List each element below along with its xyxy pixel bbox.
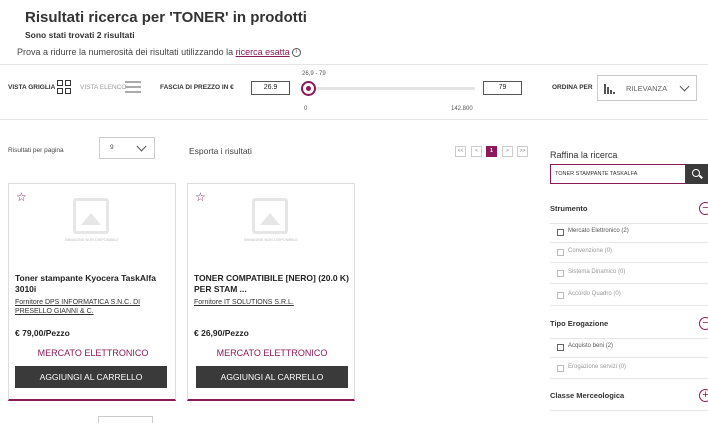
- view-list-label[interactable]: VISTA ELENCO: [80, 84, 126, 91]
- chevron-down-icon: [679, 81, 690, 92]
- list-view-icon[interactable]: [125, 81, 141, 93]
- product-channel: MERCATO ELETTRONICO: [37, 348, 149, 358]
- filter-label: Erogazione servizi (0): [568, 364, 627, 370]
- search-hint: Prova a ridurre la numerosità dei risult…: [17, 47, 301, 58]
- filter-label: Accordo Quadro (0): [568, 291, 621, 297]
- filter-option[interactable]: Acquisto beni (2): [550, 339, 708, 358]
- pager-next[interactable]: >: [502, 146, 513, 157]
- product-card[interactable]: ☆ IMMAGINE NON DISPONIBILE TONER COMPATI…: [187, 183, 355, 401]
- per-page-select-bottom[interactable]: [98, 416, 153, 423]
- checkbox[interactable]: [557, 292, 564, 299]
- expand-icon[interactable]: +: [699, 389, 708, 402]
- no-image-text: IMMAGINE NON DISPONIBILE: [244, 238, 298, 242]
- pager-prev[interactable]: <: [471, 146, 482, 157]
- results-count: Sono stati trovati 2 risultati: [25, 30, 135, 40]
- filter-option[interactable]: Accordo Quadro (0): [550, 287, 708, 306]
- no-image-placeholder: IMMAGINE NON DISPONIBILE: [238, 198, 304, 250]
- price-min-input[interactable]: 26.9: [251, 81, 290, 95]
- collapse-icon[interactable]: −: [699, 317, 708, 330]
- filter-label: Sistema Dinamico (0): [568, 269, 626, 275]
- page-title: Risultati ricerca per 'TONER' in prodott…: [25, 9, 307, 26]
- per-page-label: Risultati per pagina: [8, 147, 64, 154]
- filter-label: Convenzione (0): [568, 248, 613, 254]
- no-image-placeholder: IMMAGINE NON DISPONIBILE: [59, 198, 125, 250]
- per-page-select[interactable]: 9: [99, 137, 155, 159]
- product-supplier-link[interactable]: Fornitore DPS INFORMATICA S.N.C. DI PRES…: [15, 298, 160, 316]
- pager-last[interactable]: >>: [517, 146, 528, 157]
- export-link[interactable]: Esporta i risultati: [189, 146, 252, 156]
- filter-option[interactable]: Mercato Elettronico (2): [550, 224, 708, 243]
- pager-first[interactable]: <<: [455, 146, 466, 157]
- refine-title: Raffina la ricerca: [550, 150, 618, 160]
- grid-view-icon[interactable]: [57, 80, 71, 94]
- add-to-cart-button[interactable]: AGGIUNGI AL CARRELLO: [196, 366, 348, 388]
- sort-label: ORDINA PER: [552, 84, 593, 91]
- product-supplier-link[interactable]: Fornitore IT SOLUTIONS S.R.L.: [194, 298, 339, 307]
- info-icon[interactable]: i: [291, 48, 301, 58]
- refine-search-input[interactable]: TONER STAMPANTE TASKALFA: [550, 164, 686, 184]
- hint-text: Prova a ridurre la numerosità dei risult…: [17, 47, 236, 57]
- checkbox[interactable]: [557, 229, 564, 236]
- price-slider-track[interactable]: [305, 87, 475, 90]
- filter-option[interactable]: Erogazione servizi (0): [550, 360, 708, 379]
- product-card[interactable]: ☆ IMMAGINE NON DISPONIBILE Toner stampan…: [8, 183, 176, 401]
- price-max-input[interactable]: 79: [483, 81, 522, 95]
- product-channel: MERCATO ELETTRONICO: [216, 348, 328, 358]
- slider-max-value: 142.800: [451, 106, 473, 112]
- favorite-star-icon[interactable]: ☆: [195, 190, 206, 204]
- section-strumento-title: Strumento: [550, 204, 588, 213]
- sort-select[interactable]: RILEVANZA: [597, 75, 697, 101]
- divider: [0, 64, 708, 65]
- chevron-down-icon: [136, 141, 147, 152]
- collapse-icon[interactable]: −: [699, 202, 708, 215]
- exact-search-link[interactable]: ricerca esatta: [236, 47, 290, 57]
- filter-option[interactable]: Sistema Dinamico (0): [550, 265, 708, 284]
- filter-option[interactable]: Convenzione (0): [550, 244, 708, 263]
- product-title[interactable]: Toner stampante Kyocera TaskAlfa 3010i: [15, 273, 165, 295]
- slider-min-value: 0: [304, 106, 308, 112]
- checkbox[interactable]: [557, 344, 564, 351]
- section-classe-merceologica-title: Classe Merceologica: [550, 391, 625, 400]
- checkbox[interactable]: [557, 365, 564, 372]
- favorite-star-icon[interactable]: ☆: [16, 190, 27, 204]
- sort-value: RILEVANZA: [626, 84, 668, 93]
- image-placeholder-icon: [73, 198, 109, 234]
- section-tipo-erogazione-title: Tipo Erogazione: [550, 319, 609, 328]
- view-grid-label[interactable]: VISTA GRIGLIA: [8, 84, 55, 91]
- product-price: € 26,90/Pezzo: [194, 328, 249, 338]
- search-button[interactable]: [686, 164, 708, 184]
- price-slider-handle[interactable]: [301, 81, 316, 96]
- filter-label: Acquisto beni (2): [568, 343, 614, 349]
- divider: [0, 119, 708, 120]
- image-placeholder-icon: [252, 198, 288, 234]
- product-title[interactable]: TONER COMPATIBILE [NERO] (20.0 K) PER ST…: [194, 273, 352, 295]
- pager-page-1[interactable]: 1: [486, 146, 497, 157]
- no-image-text: IMMAGINE NON DISPONIBILE: [65, 238, 119, 242]
- price-range-display: 26,9 - 79: [302, 71, 326, 77]
- checkbox[interactable]: [557, 270, 564, 277]
- filter-label: Mercato Elettronico (2): [568, 228, 629, 234]
- price-range-label: FASCIA DI PREZZO IN €: [160, 84, 234, 91]
- checkbox[interactable]: [557, 249, 564, 256]
- per-page-value: 9: [110, 144, 114, 151]
- sort-icon: [604, 84, 616, 94]
- product-price: € 79,00/Pezzo: [15, 328, 70, 338]
- divider: [550, 410, 708, 411]
- add-to-cart-button[interactable]: AGGIUNGI AL CARRELLO: [15, 366, 167, 388]
